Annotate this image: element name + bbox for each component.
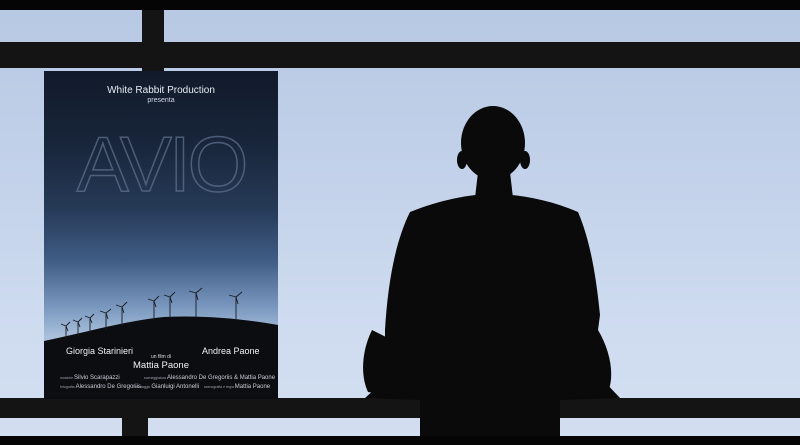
credit-role: musiche [60, 376, 74, 380]
credit-name: Alessandro De Gregoriis & Mattia Paone [167, 375, 276, 381]
credit-role: montaggio [134, 385, 151, 389]
poster-wind-farm-hill [44, 287, 278, 399]
poster-credit: scenografia e regiaMattia Paone [204, 384, 270, 390]
poster-credit: fotografiaAlessandro De Gregoriis [60, 384, 141, 390]
svg-text:AVIO: AVIO [77, 120, 246, 205]
scene: White Rabbit Production presenta AVIO Gi… [0, 0, 800, 445]
poster-director: Mattia Paone [133, 360, 189, 371]
poster-credit: sceneggiaturaAlessandro De Gregoriis & M… [144, 375, 275, 381]
poster-presents: presenta [147, 97, 175, 104]
credit-role: fotografia [60, 385, 75, 389]
letterbox-bottom [0, 436, 800, 445]
credit-role: scenografia e regia [204, 385, 234, 389]
credit-name: Gianluigi Antonelli [151, 384, 200, 390]
poster-producer: White Rabbit Production [107, 85, 215, 96]
poster-credit: musicheSilvio Scarapazzi [60, 375, 120, 381]
poster-title: AVIO [76, 119, 249, 205]
credit-name: Silvio Scarapazzi [74, 375, 120, 381]
credit-name: Alessandro De Gregoriis [75, 384, 141, 390]
credit-role: sceneggiatura [144, 376, 166, 380]
credit-name: Mattia Paone [234, 384, 271, 390]
poster-credit: montaggioGianluigi Antonelli [134, 384, 199, 390]
movie-poster: White Rabbit Production presenta AVIO Gi… [44, 71, 278, 399]
